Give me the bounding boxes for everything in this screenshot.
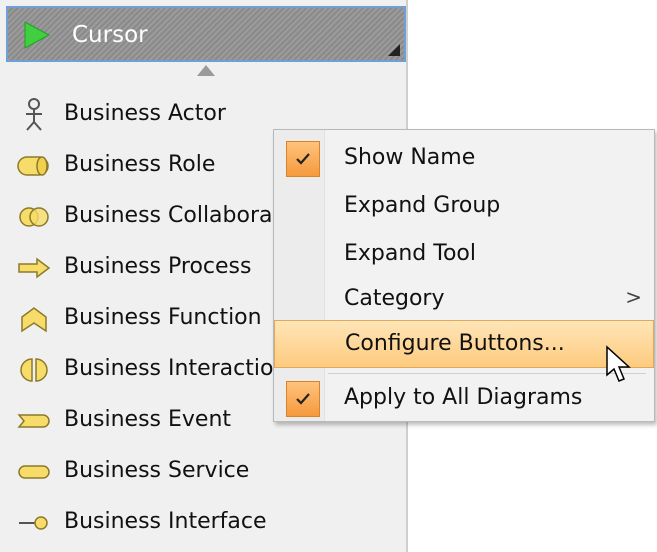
business-interface-icon bbox=[14, 498, 54, 548]
business-process-icon bbox=[14, 243, 54, 293]
menu-item-label: Configure Buttons... bbox=[345, 331, 565, 356]
check-icon bbox=[286, 141, 320, 177]
mouse-pointer-icon bbox=[605, 345, 635, 389]
scroll-up-icon[interactable] bbox=[197, 65, 215, 76]
menu-item-category[interactable]: Category > bbox=[274, 276, 654, 324]
check-icon bbox=[286, 381, 320, 417]
business-actor-icon bbox=[14, 90, 54, 140]
business-service-icon bbox=[14, 447, 54, 497]
tool-label: Business Function bbox=[64, 305, 262, 330]
menu-item-label: Apply to All Diagrams bbox=[344, 385, 583, 410]
business-function-icon bbox=[14, 294, 54, 344]
cursor-tool[interactable]: Cursor bbox=[6, 6, 406, 62]
tool-label: Business Event bbox=[64, 407, 232, 432]
menu-separator bbox=[328, 373, 646, 374]
menu-item-apply-to-all-diagrams[interactable]: Apply to All Diagrams bbox=[274, 375, 654, 423]
tool-label: Business Actor bbox=[64, 101, 226, 126]
expand-corner-icon bbox=[388, 44, 400, 56]
tool-business-service[interactable]: Business Service bbox=[14, 447, 414, 497]
cursor-tool-label: Cursor bbox=[72, 22, 148, 48]
menu-item-label: Show Name bbox=[344, 145, 476, 170]
menu-item-label: Expand Tool bbox=[344, 241, 476, 266]
cursor-arrow-icon bbox=[22, 20, 52, 54]
tool-label: Business Process bbox=[64, 254, 252, 279]
tool-label: Business Collaboratio bbox=[64, 203, 301, 228]
context-menu: Show Name Expand Group Expand Tool Categ… bbox=[273, 129, 655, 422]
submenu-arrow-icon: > bbox=[625, 285, 642, 309]
menu-item-show-name[interactable]: Show Name bbox=[274, 135, 654, 183]
menu-item-expand-group[interactable]: Expand Group bbox=[274, 183, 654, 231]
business-role-icon bbox=[14, 141, 54, 191]
menu-item-label: Category bbox=[344, 286, 445, 311]
menu-item-configure-buttons[interactable]: Configure Buttons... bbox=[274, 320, 654, 368]
business-collaboration-icon bbox=[14, 192, 54, 242]
menu-item-label: Expand Group bbox=[344, 193, 501, 218]
tool-label: Business Role bbox=[64, 152, 216, 177]
tool-label: Business Interaction bbox=[64, 356, 288, 381]
tool-label: Business Service bbox=[64, 458, 250, 483]
business-event-icon bbox=[14, 396, 54, 446]
menu-item-expand-tool[interactable]: Expand Tool bbox=[274, 231, 654, 279]
tool-business-interface[interactable]: Business Interface bbox=[14, 498, 414, 548]
tool-label: Business Interface bbox=[64, 509, 267, 534]
business-interaction-icon bbox=[14, 345, 54, 395]
